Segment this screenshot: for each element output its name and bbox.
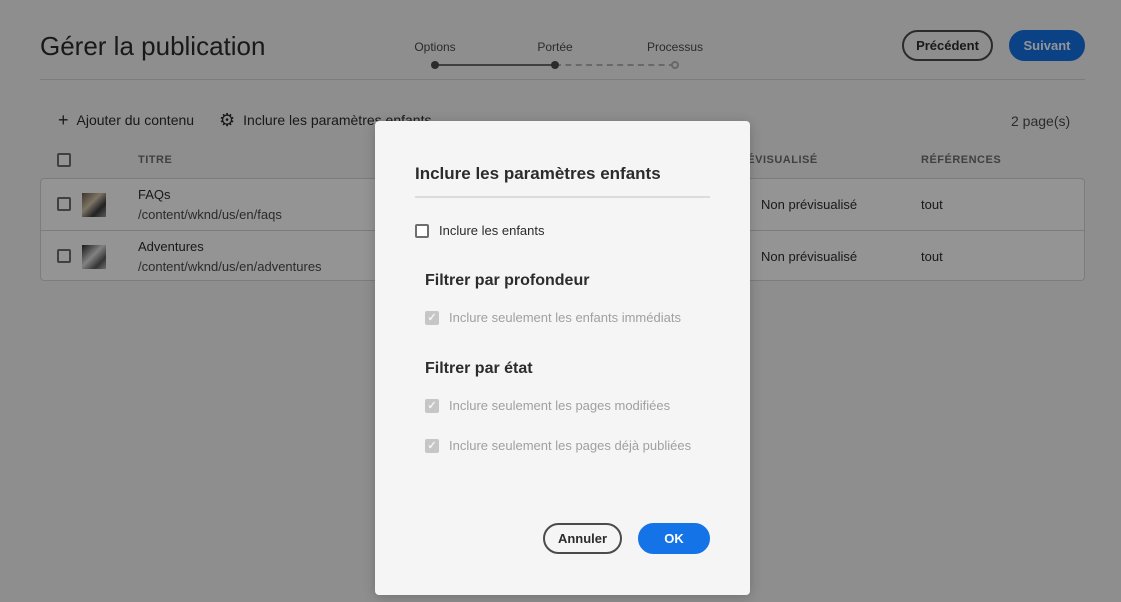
published-pages-option[interactable]: ✓ Inclure seulement les pages déjà publi… xyxy=(425,438,691,453)
dialog-title-divider xyxy=(415,196,710,198)
state-filter-heading: Filtrer par état xyxy=(425,360,533,377)
immediate-children-checkbox[interactable]: ✓ xyxy=(425,310,439,325)
depth-filter-heading: Filtrer par profondeur xyxy=(425,272,590,289)
include-children-option[interactable]: Inclure les enfants xyxy=(415,223,545,238)
immediate-children-label: Inclure seulement les enfants immédiats xyxy=(449,310,681,325)
ok-button[interactable]: OK xyxy=(638,523,710,554)
modified-pages-label: Inclure seulement les pages modifiées xyxy=(449,398,671,413)
immediate-children-option[interactable]: ✓ Inclure seulement les enfants immédiat… xyxy=(425,310,681,325)
modified-pages-option[interactable]: ✓ Inclure seulement les pages modifiées xyxy=(425,398,670,413)
dialog-title: Inclure les paramètres enfants xyxy=(415,164,661,183)
modified-pages-checkbox[interactable]: ✓ xyxy=(425,398,439,413)
include-children-dialog: Inclure les paramètres enfants Inclure l… xyxy=(375,121,750,595)
published-pages-checkbox[interactable]: ✓ xyxy=(425,438,439,453)
include-children-checkbox[interactable] xyxy=(415,223,429,238)
published-pages-label: Inclure seulement les pages déjà publiée… xyxy=(449,438,692,453)
include-children-label: Inclure les enfants xyxy=(439,223,545,238)
cancel-button[interactable]: Annuler xyxy=(543,523,622,554)
